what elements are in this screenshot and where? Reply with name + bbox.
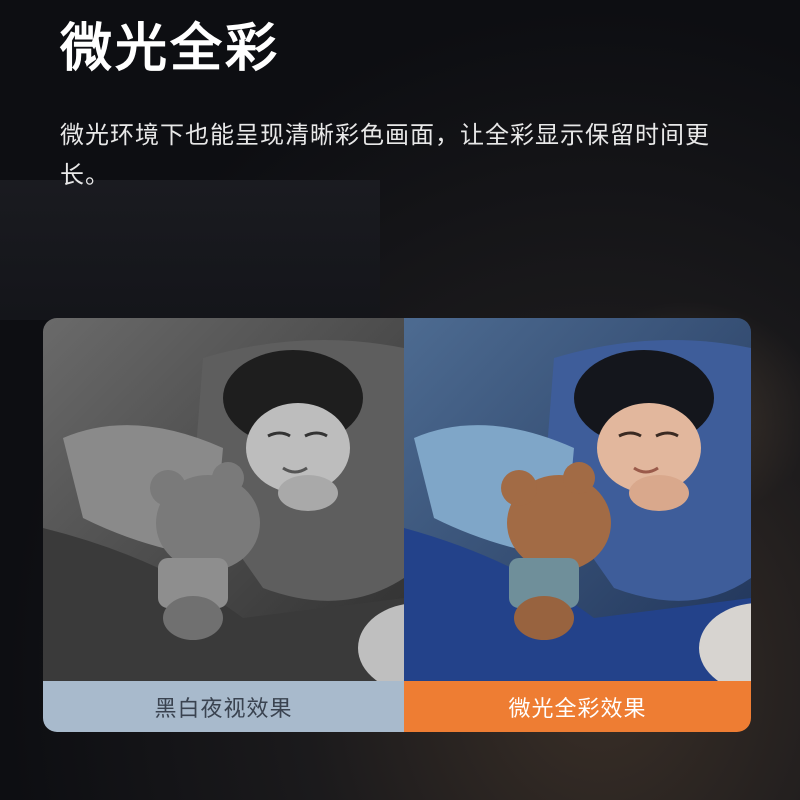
page-title: 微光全彩: [60, 19, 281, 79]
background-wall-shape: [0, 180, 380, 320]
color-sleeping-child-photo: [404, 318, 751, 681]
color-night-vision-label: 微光全彩效果: [404, 681, 751, 732]
bw-night-vision-label: 黑白夜视效果: [43, 681, 404, 732]
night-vision-comparison: 黑白夜视效果 微光全彩效果: [43, 318, 751, 732]
page-description: 微光环境下也能呈现清晰彩色画面，让全彩显示保留时间更长。: [60, 121, 710, 189]
bw-night-vision-panel: 黑白夜视效果: [43, 318, 404, 732]
color-night-vision-panel: 微光全彩效果: [404, 318, 751, 732]
bw-sleeping-child-photo: [43, 318, 404, 681]
